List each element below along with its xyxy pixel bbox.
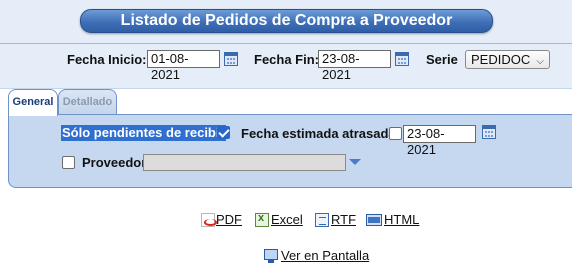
export-rtf-link[interactable]: RTF bbox=[331, 212, 356, 227]
screen-icon[interactable] bbox=[264, 249, 278, 263]
pendientes-label[interactable]: Sólo pendientes de recibir bbox=[61, 125, 226, 141]
fecha-inicio-label: Fecha Inicio: bbox=[67, 52, 147, 67]
view-on-screen-link[interactable]: Ver en Pantalla bbox=[281, 248, 369, 263]
chevron-down-icon: ⌵ bbox=[536, 56, 544, 67]
tab-detallado[interactable]: Detallado bbox=[58, 89, 117, 115]
export-html-link[interactable]: HTML bbox=[384, 212, 419, 227]
export-pdf-link[interactable]: PDF bbox=[216, 212, 242, 227]
fecha-fin-label: Fecha Fin: bbox=[254, 52, 320, 67]
fecha-atrasada-checkbox[interactable] bbox=[389, 127, 402, 140]
calendar-icon[interactable] bbox=[395, 52, 409, 66]
divider bbox=[0, 43, 572, 44]
fecha-atrasada-input[interactable]: 23-08-2021 bbox=[403, 125, 476, 157]
calendar-icon[interactable] bbox=[482, 125, 496, 139]
proveedor-label: Proveedor bbox=[82, 155, 147, 170]
tab-general[interactable]: General bbox=[8, 89, 58, 116]
pdf-icon[interactable] bbox=[201, 213, 217, 227]
filter-row: Fecha Inicio: 01-08-2021 Fecha Fin: 23-0… bbox=[0, 50, 572, 82]
serie-label: Serie bbox=[426, 52, 458, 67]
rtf-icon[interactable] bbox=[315, 213, 329, 227]
pendientes-checkbox[interactable] bbox=[217, 126, 230, 139]
export-excel-link[interactable]: Excel bbox=[271, 212, 303, 227]
calendar-icon[interactable] bbox=[224, 52, 238, 66]
fecha-fin-input[interactable]: 23-08-2021 bbox=[318, 50, 391, 82]
serie-select-value: PEDIDOC bbox=[471, 52, 531, 67]
proveedor-field[interactable] bbox=[143, 154, 346, 171]
proveedor-checkbox[interactable] bbox=[62, 156, 75, 169]
excel-icon[interactable] bbox=[255, 212, 269, 227]
fecha-atrasada-label: Fecha estimada atrasada bbox=[241, 126, 396, 141]
page-title: Listado de Pedidos de Compra a Proveedor bbox=[80, 9, 493, 33]
dropdown-arrow-icon[interactable] bbox=[349, 159, 361, 165]
serie-select[interactable]: PEDIDOC ⌵ bbox=[465, 50, 550, 69]
fecha-inicio-input[interactable]: 01-08-2021 bbox=[147, 50, 220, 82]
html-icon[interactable] bbox=[366, 214, 382, 226]
